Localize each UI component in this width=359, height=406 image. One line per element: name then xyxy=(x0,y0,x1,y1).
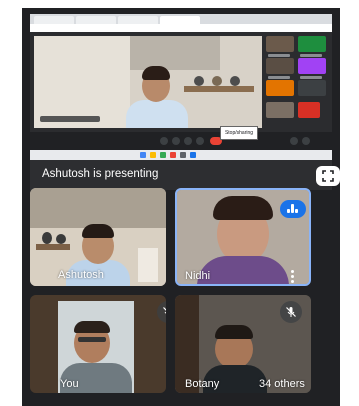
shared-meet-window xyxy=(30,32,332,150)
participant-name: You xyxy=(60,378,79,390)
more-vert-icon xyxy=(291,270,294,273)
participant-tile-botany[interactable]: Botany 34 others xyxy=(175,295,311,393)
mic-off-icon xyxy=(163,307,166,314)
shared-screen: Stop/sharing xyxy=(30,14,332,160)
shared-browser-tabs xyxy=(30,14,332,24)
fullscreen-button[interactable] xyxy=(316,166,340,186)
shared-taskbar xyxy=(30,150,332,160)
shared-main-video xyxy=(34,36,262,128)
speaking-indicator xyxy=(280,200,306,218)
presenting-banner: Ashutosh is presenting xyxy=(30,160,340,190)
participant-name: Ashutosh xyxy=(58,269,104,281)
mic-off-icon xyxy=(286,307,296,317)
participant-name: Botany xyxy=(185,378,220,390)
participant-tile-you[interactable]: You xyxy=(30,295,166,393)
mic-off-indicator xyxy=(280,301,302,323)
others-count[interactable]: 34 others xyxy=(259,378,305,390)
fullscreen-icon xyxy=(322,170,334,182)
participant-name: Nidhi xyxy=(185,270,211,282)
shared-control-bar xyxy=(30,132,332,150)
shared-participant-grid xyxy=(266,36,328,128)
presenting-text: Ashutosh is presenting xyxy=(42,168,159,180)
more-options-button[interactable] xyxy=(291,270,295,284)
participant-tile-ashutosh[interactable]: Ashutosh xyxy=(30,188,166,286)
shared-tooltip: Stop/sharing xyxy=(220,126,258,140)
participant-tile-nidhi[interactable]: Nidhi xyxy=(175,188,311,286)
